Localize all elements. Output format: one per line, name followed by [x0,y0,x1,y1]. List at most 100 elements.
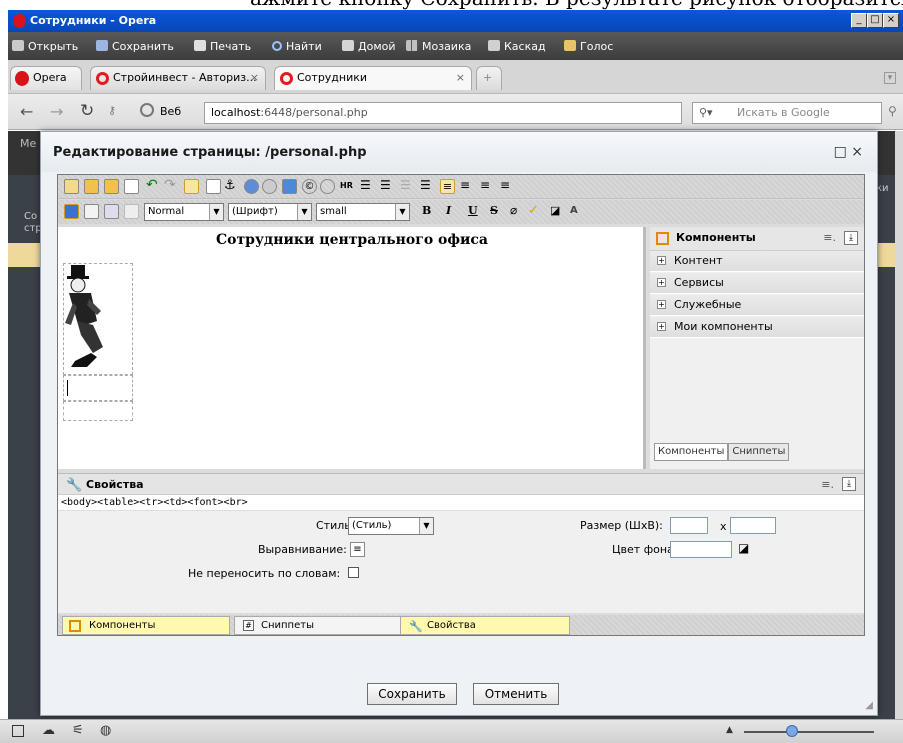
tab-snippets[interactable]: Сниппеты [728,443,790,461]
zoom-up-icon[interactable]: ▲ [726,725,733,735]
back-icon[interactable]: ← [20,102,33,121]
anchor-icon[interactable]: ⚓ [224,179,239,194]
hr-icon[interactable]: HR [340,179,355,194]
menu-tile[interactable]: Мозаика [406,40,471,53]
component-group-content[interactable]: + Контент [650,251,864,272]
minimize-button[interactable]: _ [851,13,867,28]
page-scrollbar[interactable] [895,131,903,719]
copyright-icon[interactable]: © [302,179,317,194]
search-icon[interactable]: ⚲ [888,104,897,118]
component-group-system[interactable]: + Служебные [650,295,864,316]
split-mode-icon[interactable] [104,204,119,219]
cancel-button[interactable]: Отменить [473,683,559,705]
menu-home[interactable]: Домой [342,40,396,53]
tab-components[interactable]: Компоненты [654,443,729,461]
forecolor-icon[interactable]: A [570,204,585,219]
tab-stroyinvest[interactable]: Стройинвест - Авториз... × [90,66,266,90]
color-picker-icon[interactable]: ◪ [738,541,749,555]
bottom-tab-properties[interactable]: 🔧 Свойства [400,616,570,635]
zoom-slider-handle[interactable] [786,725,798,737]
menu-save[interactable]: Сохранить [96,40,174,53]
paste-icon[interactable] [84,179,99,194]
php-mode-icon[interactable] [124,204,139,219]
tab-close-button[interactable]: × [456,67,465,89]
format-select[interactable]: Normal ▼ [144,203,224,221]
paste-text-icon[interactable] [104,179,119,194]
ordered-list-icon[interactable]: ☰ [360,179,375,194]
italic-button[interactable]: I [446,204,451,217]
reload-icon[interactable]: ↻ [80,101,94,121]
menu-voice[interactable]: Голос [564,40,613,53]
outdent-icon[interactable]: ☰ [400,179,415,194]
menu-open[interactable]: Открыть [12,40,78,53]
font-select[interactable]: (Шрифт) ▼ [228,203,312,221]
web-label[interactable]: Веб [160,105,181,118]
key-icon[interactable]: ⚷ [108,104,116,117]
height-input[interactable] [730,517,776,534]
underline-button[interactable]: U [468,204,478,217]
speed-dial-icon[interactable]: ◍ [100,723,111,738]
undo-icon[interactable]: ↶ [146,178,161,194]
component-group-services[interactable]: + Сервисы [650,273,864,294]
align-left-icon[interactable]: ≡ [440,179,455,194]
save-button[interactable]: Сохранить [367,683,457,705]
tab-close-button[interactable]: × [250,67,259,89]
table-icon[interactable] [184,179,199,194]
align-button[interactable]: ≡ [350,542,365,557]
panel-toggle-icon[interactable] [12,725,24,737]
eraser-icon[interactable]: ⌀ [510,204,525,219]
strike-button[interactable]: S [490,204,498,217]
panel-collapse-icon[interactable]: ⤓ [842,477,856,491]
bgcolor-icon[interactable]: ◪ [550,204,565,219]
align-center-icon[interactable]: ≡ [460,179,475,194]
component-group-my[interactable]: + Мои компоненты [650,317,864,338]
cloud-icon[interactable]: ☁ [42,723,55,738]
bullet-list-icon[interactable]: ☰ [380,179,395,194]
zoom-slider[interactable] [744,731,874,733]
wysiwyg-mode-icon[interactable] [64,204,79,219]
table-cell-empty[interactable] [63,401,133,421]
unite-icon[interactable]: ⚟ [72,723,84,738]
menu-print[interactable]: Печать [194,40,251,53]
panel-menu-icon[interactable]: ≡. [823,227,836,249]
url-field[interactable]: localhost:6448/personal.php [204,102,682,124]
indent-icon[interactable]: ☰ [420,179,435,194]
bottom-tab-components[interactable]: Компоненты [62,616,230,635]
forward-icon[interactable]: → [50,102,63,121]
code-mode-icon[interactable] [84,204,99,219]
justify-icon[interactable]: ≡ [500,179,515,194]
resize-grip-icon[interactable]: ◢ [865,700,873,711]
settings-icon[interactable] [64,179,79,194]
panel-menu-icon[interactable]: ≡. [821,474,834,495]
style-select[interactable]: (Стиль) ▼ [348,517,434,535]
paste-word-icon[interactable] [124,179,139,194]
unlink-icon[interactable] [262,179,277,194]
opera-menu-button[interactable]: Opera [10,66,82,90]
maximize-button[interactable]: □ [867,13,883,28]
new-tab-button[interactable]: + [476,66,502,90]
tag-path-breadcrumb[interactable]: <body><table><tr><td><font><br> [58,495,864,511]
menu-find[interactable]: Найти [272,40,322,53]
close-window-button[interactable]: × [883,13,899,28]
link-icon[interactable] [244,179,259,194]
panel-collapse-icon[interactable]: ⤓ [844,231,858,245]
image-icon[interactable] [282,179,297,194]
menu-cascade[interactable]: Каскад [488,40,546,53]
bottom-tab-snippets[interactable]: # Сниппеты [234,616,402,635]
align-right-icon[interactable]: ≡ [480,179,495,194]
dialog-controls[interactable]: □ × [834,144,863,160]
tab-menu-icon[interactable]: ▾ [884,72,896,84]
size-select[interactable]: small ▼ [316,203,410,221]
editor-content-area[interactable]: Сотрудники центрального офиса [58,227,646,469]
nowrap-checkbox[interactable] [348,567,359,578]
clean-format-icon[interactable]: ✓ [528,204,543,219]
div-icon[interactable] [206,179,221,194]
width-input[interactable] [670,517,708,534]
search-input[interactable]: ⚲▾ Искать в Google [692,102,882,124]
bold-button[interactable]: B [422,204,431,217]
tab-sotrudniki[interactable]: Сотрудники × [274,66,472,90]
bgcolor-input[interactable] [670,541,732,558]
table-cell-caret[interactable] [63,375,133,401]
special-char-icon[interactable] [320,179,335,194]
redo-icon[interactable]: ↷ [164,178,179,194]
